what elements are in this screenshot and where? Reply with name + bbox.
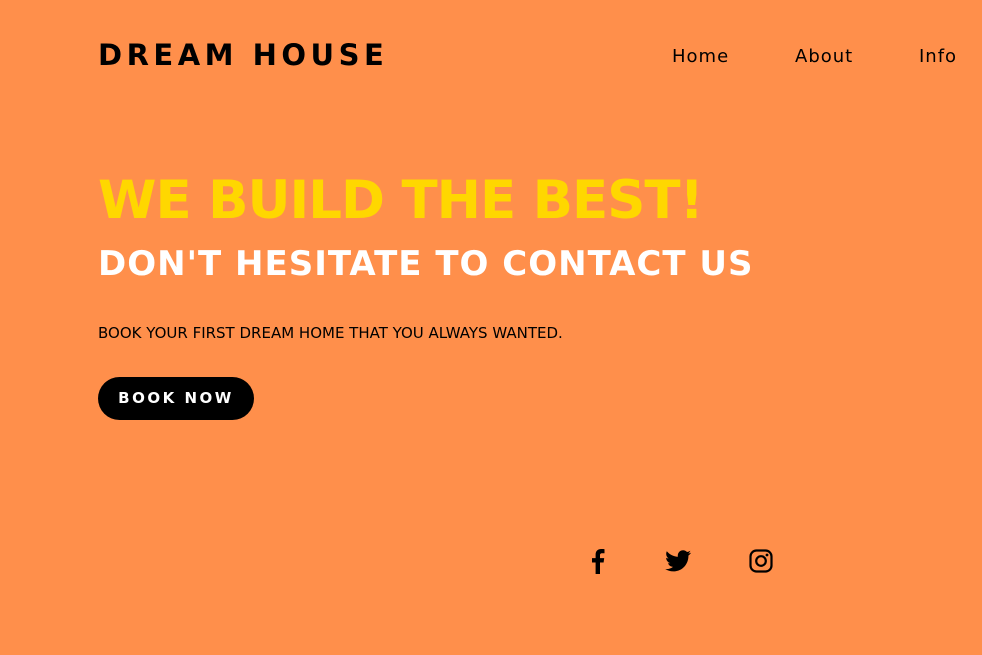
main-nav: Home About Info — [0, 44, 982, 70]
facebook-link[interactable] — [583, 546, 613, 576]
twitter-icon — [665, 550, 691, 572]
hero-headline: WE BUILD THE BEST! — [98, 170, 704, 231]
nav-link-home[interactable]: Home — [672, 44, 729, 70]
instagram-link[interactable] — [746, 546, 776, 576]
twitter-link[interactable] — [663, 546, 693, 576]
nav-link-about[interactable]: About — [795, 44, 853, 70]
hero-subheadline: DON'T HESITATE TO CONTACT US — [98, 244, 754, 284]
nav-link-info[interactable]: Info — [919, 44, 957, 70]
book-now-button[interactable]: BOOK NOW — [98, 377, 254, 420]
facebook-icon — [591, 548, 605, 574]
hero-tagline: BOOK YOUR FIRST DREAM HOME THAT YOU ALWA… — [98, 324, 563, 342]
instagram-icon — [749, 549, 773, 573]
